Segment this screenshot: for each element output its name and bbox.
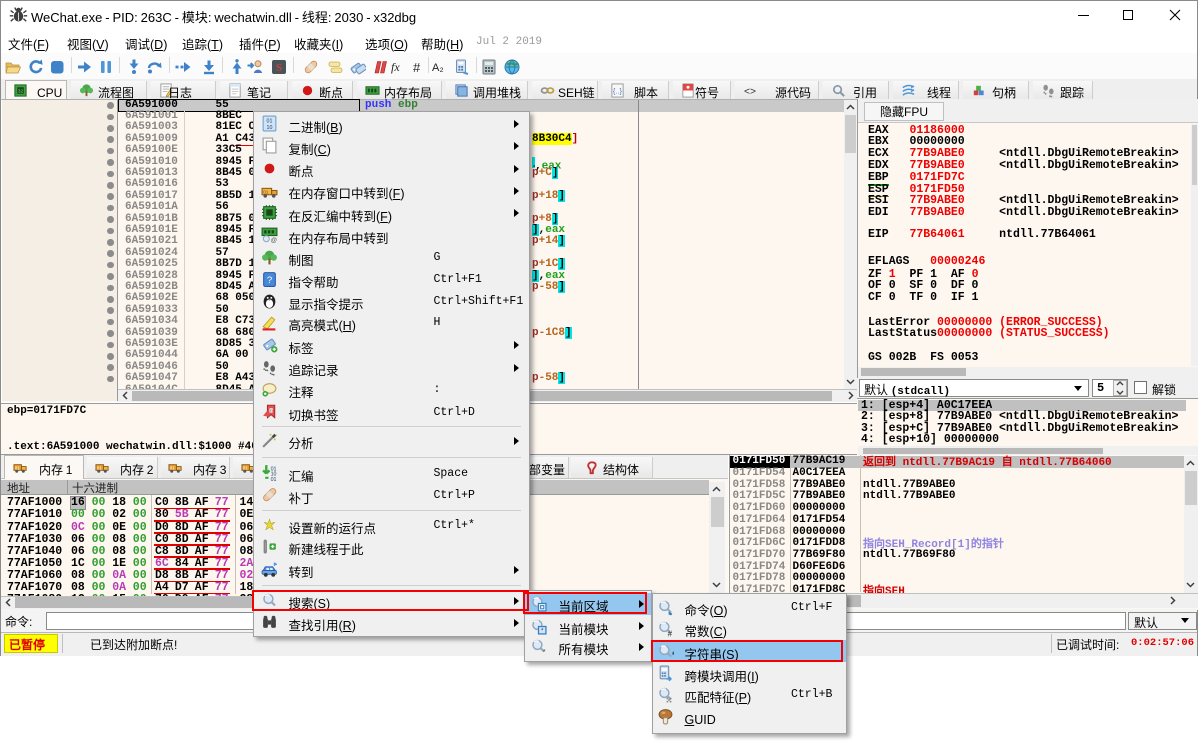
svg-text:fx: fx <box>391 60 400 74</box>
svg-text:#: # <box>413 59 421 75</box>
svg-text:32: 32 <box>18 88 24 94</box>
svg-text:10: 10 <box>266 123 272 131</box>
svg-text:S: S <box>276 62 282 74</box>
svg-text:01: 01 <box>170 465 175 471</box>
svg-text:01: 01 <box>243 465 248 471</box>
svg-text:01: 01 <box>15 465 20 471</box>
svg-text:01: 01 <box>270 475 276 481</box>
svg-text:<>: <> <box>744 83 756 97</box>
svg-text:?: ? <box>266 272 271 286</box>
svg-text:@: @ <box>270 235 276 243</box>
svg-text:A₂: A₂ <box>432 59 444 75</box>
svg-text:{..}: {..} <box>613 85 623 96</box>
svg-text:#: # <box>668 629 673 638</box>
svg-text:01: 01 <box>97 465 102 471</box>
svg-text:*: * <box>542 646 545 655</box>
svg-text:01: 01 <box>263 189 269 196</box>
